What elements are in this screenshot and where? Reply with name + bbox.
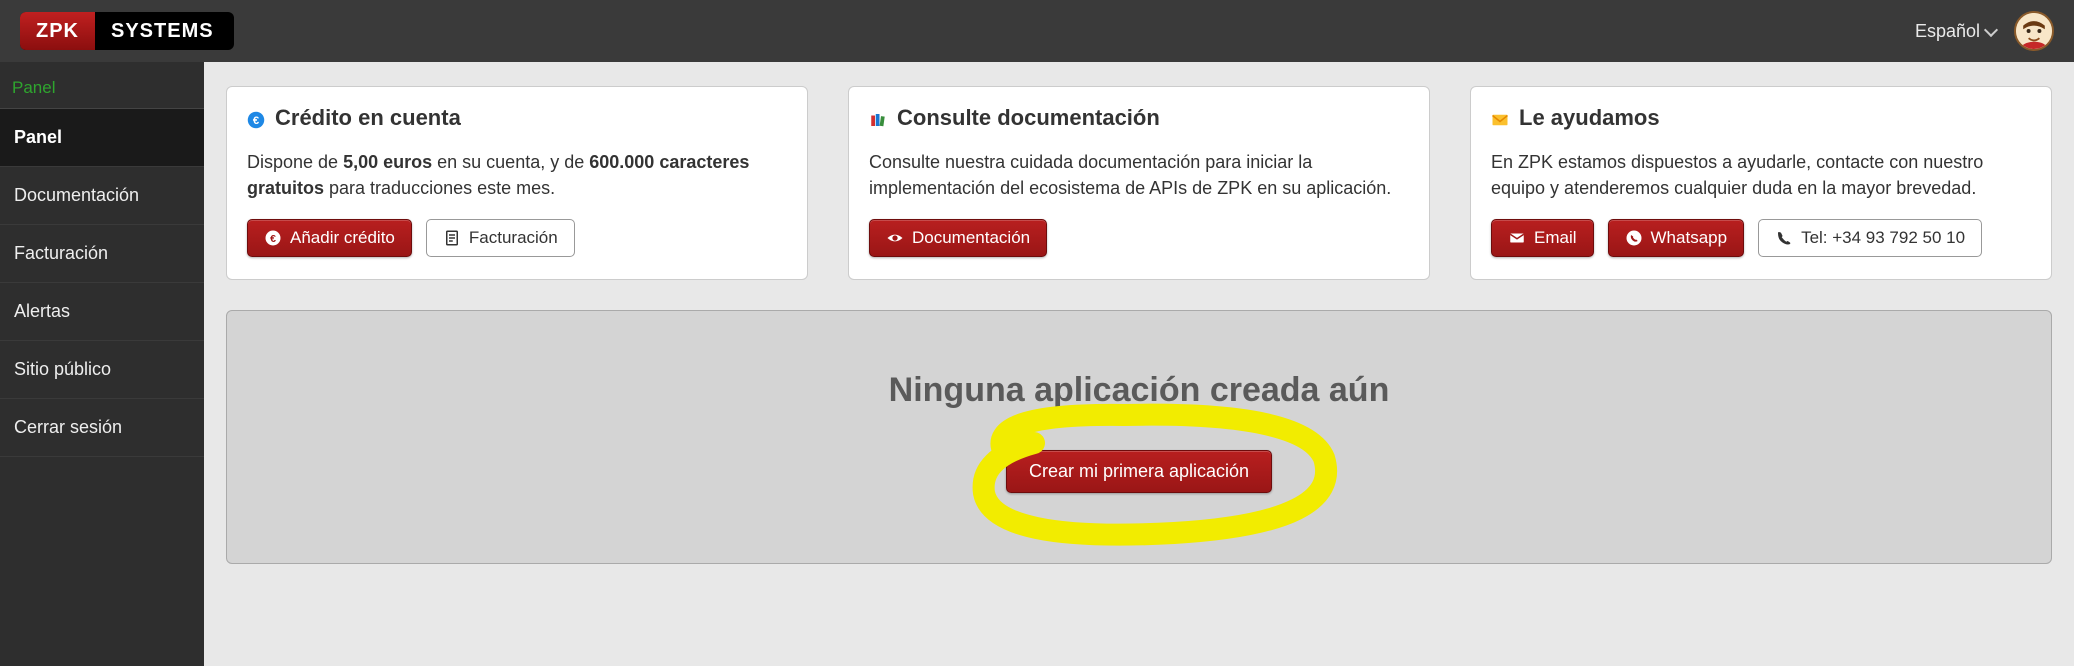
add-credit-button[interactable]: € Añadir crédito xyxy=(247,219,412,257)
card-docs-title: Consulte documentación xyxy=(869,105,1409,131)
language-label: Español xyxy=(1915,21,1980,42)
button-label: Documentación xyxy=(912,228,1030,248)
text: para traducciones este mes. xyxy=(324,178,555,198)
empty-state-title: Ninguna aplicación creada aún xyxy=(247,371,2031,410)
email-button[interactable]: Email xyxy=(1491,219,1594,257)
documentation-button[interactable]: Documentación xyxy=(869,219,1047,257)
language-selector[interactable]: Español xyxy=(1915,21,1996,42)
phone-icon xyxy=(1775,229,1793,247)
card-credit-buttons: € Añadir crédito Facturación xyxy=(247,219,787,257)
whatsapp-button[interactable]: Whatsapp xyxy=(1608,219,1745,257)
button-label: Crear mi primera aplicación xyxy=(1029,461,1249,482)
empty-state-panel: Ninguna aplicación creada aún Crear mi p… xyxy=(226,310,2052,564)
sidebar: Panel Panel Documentación Facturación Al… xyxy=(0,62,204,666)
logo-zpk: ZPK xyxy=(20,12,95,50)
logo-systems: SYSTEMS xyxy=(95,12,234,50)
button-label: Añadir crédito xyxy=(290,228,395,248)
sidebar-item-label: Documentación xyxy=(14,185,139,205)
sidebar-item-label: Facturación xyxy=(14,243,108,263)
sidebar-item-label: Alertas xyxy=(14,301,70,321)
sidebar-item-documentacion[interactable]: Documentación xyxy=(0,167,204,225)
card-credit-text: Dispone de 5,00 euros en su cuenta, y de… xyxy=(247,149,787,201)
svg-text:€: € xyxy=(253,115,260,127)
eye-icon xyxy=(886,229,904,247)
card-title-text: Consulte documentación xyxy=(897,105,1160,131)
svg-text:€: € xyxy=(270,233,276,245)
card-docs-buttons: Documentación xyxy=(869,219,1409,257)
card-docs: Consulte documentación Consulte nuestra … xyxy=(848,86,1430,280)
card-help: Le ayudamos En ZPK estamos dispuestos a … xyxy=(1470,86,2052,280)
mail-icon xyxy=(1491,109,1509,127)
button-label: Email xyxy=(1534,228,1577,248)
sidebar-item-label: Sitio público xyxy=(14,359,111,379)
logo[interactable]: ZPK SYSTEMS xyxy=(20,12,234,50)
create-first-app-button[interactable]: Crear mi primera aplicación xyxy=(1006,450,1272,493)
sidebar-item-label: Panel xyxy=(14,127,62,147)
whatsapp-icon xyxy=(1625,229,1643,247)
document-icon xyxy=(443,229,461,247)
text: en su cuenta, y de xyxy=(432,152,589,172)
euro-circle-icon: € xyxy=(264,229,282,247)
card-title-text: Crédito en cuenta xyxy=(275,105,461,131)
text: Dispone de xyxy=(247,152,343,172)
card-help-title: Le ayudamos xyxy=(1491,105,2031,131)
card-docs-text: Consulte nuestra cuidada documentación p… xyxy=(869,149,1409,201)
chevron-down-icon xyxy=(1984,22,1998,36)
button-label: Tel: +34 93 792 50 10 xyxy=(1801,228,1965,248)
create-button-wrap: Crear mi primera aplicación xyxy=(1006,450,1272,493)
credit-amount: 5,00 euros xyxy=(343,152,432,172)
card-credit: € Crédito en cuenta Dispone de 5,00 euro… xyxy=(226,86,808,280)
button-label: Facturación xyxy=(469,228,558,248)
euro-icon: € xyxy=(247,109,265,127)
sidebar-item-cerrar-sesion[interactable]: Cerrar sesión xyxy=(0,399,204,457)
sidebar-section-label: Panel xyxy=(0,62,204,109)
card-help-buttons: Email Whatsapp Tel: +34 93 792 50 10 xyxy=(1491,219,2031,257)
billing-button[interactable]: Facturación xyxy=(426,219,575,257)
avatar[interactable] xyxy=(2014,11,2054,51)
main-content: € Crédito en cuenta Dispone de 5,00 euro… xyxy=(204,62,2074,666)
card-help-text: En ZPK estamos dispuestos a ayudarle, co… xyxy=(1491,149,2031,201)
mail-icon xyxy=(1508,229,1526,247)
card-credit-title: € Crédito en cuenta xyxy=(247,105,787,131)
topbar-right: Español xyxy=(1915,11,2054,51)
books-icon xyxy=(869,109,887,127)
card-title-text: Le ayudamos xyxy=(1519,105,1660,131)
sidebar-item-sitio-publico[interactable]: Sitio público xyxy=(0,341,204,399)
sidebar-item-alertas[interactable]: Alertas xyxy=(0,283,204,341)
sidebar-item-facturacion[interactable]: Facturación xyxy=(0,225,204,283)
topbar: ZPK SYSTEMS Español xyxy=(0,0,2074,62)
avatar-icon xyxy=(2016,13,2052,49)
sidebar-item-label: Cerrar sesión xyxy=(14,417,122,437)
sidebar-item-panel[interactable]: Panel xyxy=(0,109,204,167)
cards-row: € Crédito en cuenta Dispone de 5,00 euro… xyxy=(226,86,2052,280)
button-label: Whatsapp xyxy=(1651,228,1728,248)
phone-button[interactable]: Tel: +34 93 792 50 10 xyxy=(1758,219,1982,257)
